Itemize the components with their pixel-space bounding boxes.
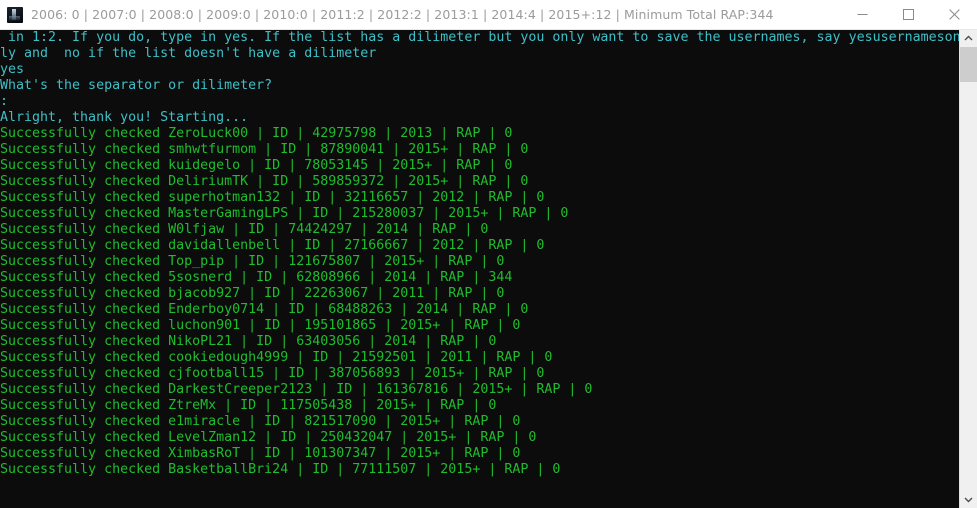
minimize-button[interactable] <box>839 0 885 29</box>
console-success-line: Successfully checked Top_pip | ID | 1216… <box>0 254 505 269</box>
console-success-line: Successfully checked ZeroLuck00 | ID | 4… <box>0 126 513 141</box>
window-title: 2006: 0 | 2007:0 | 2008:0 | 2009:0 | 201… <box>31 7 774 22</box>
console-success-line: Successfully checked kuidegelo | ID | 78… <box>0 158 513 173</box>
console-window: 2006: 0 | 2007:0 | 2008:0 | 2009:0 | 201… <box>0 0 977 508</box>
console-prompt-line: Alright, thank you! Starting... <box>0 110 249 125</box>
console-success-line: Successfully checked Enderboy0714 | ID |… <box>0 302 529 317</box>
app-icon <box>7 6 23 23</box>
console-success-line: Successfully checked 5sosnerd | ID | 628… <box>0 270 513 285</box>
scroll-up-button[interactable] <box>960 30 977 47</box>
vertical-scrollbar[interactable] <box>959 30 977 508</box>
console-success-line: Successfully checked DeliriumTK | ID | 5… <box>0 174 529 189</box>
console-prompt-line: yes <box>0 62 25 77</box>
console-area[interactable]: in 1:2. If you do, type in yes. If the l… <box>0 30 977 508</box>
console-success-line: Successfully checked cjfootball15 | ID |… <box>0 366 545 381</box>
console-success-line: Successfully checked XimbasRoT | ID | 10… <box>0 446 521 461</box>
console-prompt-line: : <box>0 94 9 109</box>
console-success-line: Successfully checked NikoPL21 | ID | 634… <box>0 334 497 349</box>
console-success-line: Successfully checked MasterGamingLPS | I… <box>0 206 569 221</box>
minimize-icon <box>857 14 867 15</box>
chevron-up-icon <box>964 35 973 41</box>
console-success-line: Successfully checked DarkestCreeper2123 … <box>0 382 593 397</box>
scrollbar-thumb[interactable] <box>960 47 977 82</box>
scroll-down-button[interactable] <box>960 491 977 508</box>
console-success-line: Successfully checked davidallenbell | ID… <box>0 238 545 253</box>
scrollbar-track[interactable] <box>960 47 977 491</box>
console-success-line: Successfully checked superhotman132 | ID… <box>0 190 545 205</box>
console-output[interactable]: in 1:2. If you do, type in yes. If the l… <box>0 30 959 508</box>
console-success-line: Successfully checked BasketballBri24 | I… <box>0 462 561 477</box>
chevron-down-icon <box>964 497 973 503</box>
maximize-button[interactable] <box>885 0 931 29</box>
console-success-line: Successfully checked ZtreMx | ID | 11750… <box>0 398 497 413</box>
console-success-line: Successfully checked smhwtfurmom | ID | … <box>0 142 529 157</box>
console-prompt-line: What's the separator or dilimeter? <box>0 78 273 93</box>
console-success-line: Successfully checked e1miracle | ID | 82… <box>0 414 521 429</box>
close-icon <box>948 9 960 20</box>
title-bar[interactable]: 2006: 0 | 2007:0 | 2008:0 | 2009:0 | 201… <box>0 0 977 30</box>
console-success-line: Successfully checked luchon901 | ID | 19… <box>0 318 521 333</box>
console-success-line: Successfully checked bjacob927 | ID | 22… <box>0 286 505 301</box>
console-prompt-line: in 1:2. If you do, type in yes. If the l… <box>0 30 959 45</box>
console-success-line: Successfully checked LevelZman12 | ID | … <box>0 430 537 445</box>
console-success-line: Successfully checked W0lfjaw | ID | 7442… <box>0 222 489 237</box>
console-prompt-line: ly and no if the list doesn't have a dil… <box>0 46 377 61</box>
window-controls <box>839 0 977 29</box>
maximize-icon <box>902 9 914 20</box>
close-button[interactable] <box>931 0 977 29</box>
console-success-line: Successfully checked cookiedough4999 | I… <box>0 350 553 365</box>
